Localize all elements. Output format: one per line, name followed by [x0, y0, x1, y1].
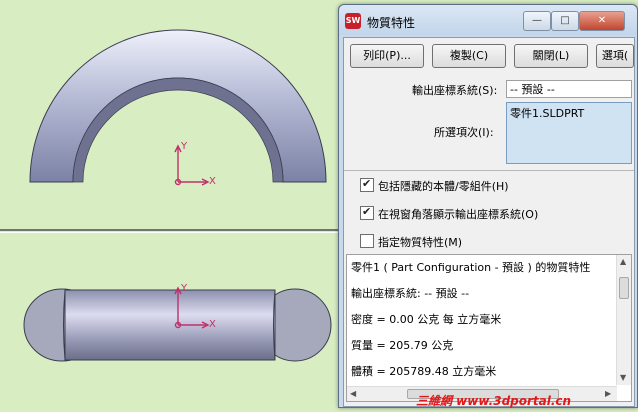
scroll-down-icon[interactable]: ▼: [620, 373, 626, 382]
close-window-button[interactable]: ✕: [579, 11, 625, 31]
print-button[interactable]: 列印(P)...: [350, 44, 424, 68]
viewport-splitter-highlight: [0, 232, 345, 233]
vertical-scroll-thumb[interactable]: [619, 277, 629, 299]
result-line: 體積 = 205789.48 立方毫米: [351, 365, 497, 378]
site-watermark: 三維網 www.3dportal.cn: [416, 394, 572, 408]
solidworks-app-icon: SW: [345, 13, 361, 29]
result-line: 密度 = 0.00 公克 每 立方毫米: [351, 313, 502, 326]
result-line: 零件1 ( Part Configuration - 預設 ) 的物質特性: [351, 261, 591, 274]
mass-properties-dialog: SW 物質特性 — □ ✕ 列印(P)... 複製(C) 關閉(L) 選項( 輸…: [338, 4, 638, 408]
copy-button[interactable]: 複製(C): [432, 44, 506, 68]
dialog-title: 物質特性: [367, 16, 416, 30]
show-coord-label: 在視窗角落顯示輸出座標系統(O): [378, 208, 539, 221]
output-coord-select[interactable]: -- 預設 --: [506, 80, 632, 98]
show-coord-checkbox[interactable]: ✔: [360, 205, 374, 220]
check-mark-icon: ✔: [362, 205, 372, 218]
result-line: 質量 = 205.79 公克: [351, 339, 454, 352]
scroll-left-icon[interactable]: ◀: [350, 389, 356, 398]
selected-items-list[interactable]: 零件1.SLDPRT: [506, 102, 632, 164]
coordinate-triad-top: [174, 144, 210, 186]
scroll-up-icon[interactable]: ▲: [620, 257, 626, 266]
scroll-right-icon[interactable]: ▶: [605, 389, 611, 398]
include-hidden-label: 包括隱藏的本體/零組件(H): [378, 180, 509, 193]
close-button[interactable]: 關閉(L): [514, 44, 588, 68]
vertical-scrollbar[interactable]: ▲ ▼: [616, 255, 631, 385]
model-views: [23, 29, 332, 362]
dialog-body: 列印(P)... 複製(C) 關閉(L) 選項( 輸出座標系統(S): -- 預…: [343, 37, 635, 407]
divider: [344, 170, 634, 171]
assign-mass-label: 指定物質特性(M): [378, 236, 463, 249]
assign-mass-checkbox[interactable]: [360, 234, 374, 248]
axis-y-label-top: Y: [181, 141, 188, 152]
output-coord-value: -- 預設 --: [510, 83, 555, 96]
output-coord-label: 輸出座標系統(S):: [412, 84, 498, 97]
axis-x-label-bottom: X: [209, 319, 216, 330]
axis-y-label-bottom: Y: [181, 283, 188, 294]
selected-item[interactable]: 零件1.SLDPRT: [510, 107, 584, 120]
maximize-button[interactable]: □: [551, 11, 579, 31]
viewport-splitter[interactable]: [0, 229, 345, 231]
title-bar[interactable]: SW 物質特性 — □ ✕: [339, 5, 637, 35]
selected-items-label: 所選項次(I):: [434, 126, 494, 139]
minimize-button[interactable]: —: [523, 11, 551, 31]
check-mark-icon: ✔: [362, 177, 372, 190]
results-textbox[interactable]: 零件1 ( Part Configuration - 預設 ) 的物質特性 輸出…: [346, 254, 632, 402]
result-line: 輸出座標系統: -- 預設 --: [351, 287, 470, 300]
include-hidden-checkbox[interactable]: ✔: [360, 177, 374, 192]
options-button[interactable]: 選項(: [596, 44, 634, 68]
axis-x-label-top: X: [209, 176, 216, 187]
